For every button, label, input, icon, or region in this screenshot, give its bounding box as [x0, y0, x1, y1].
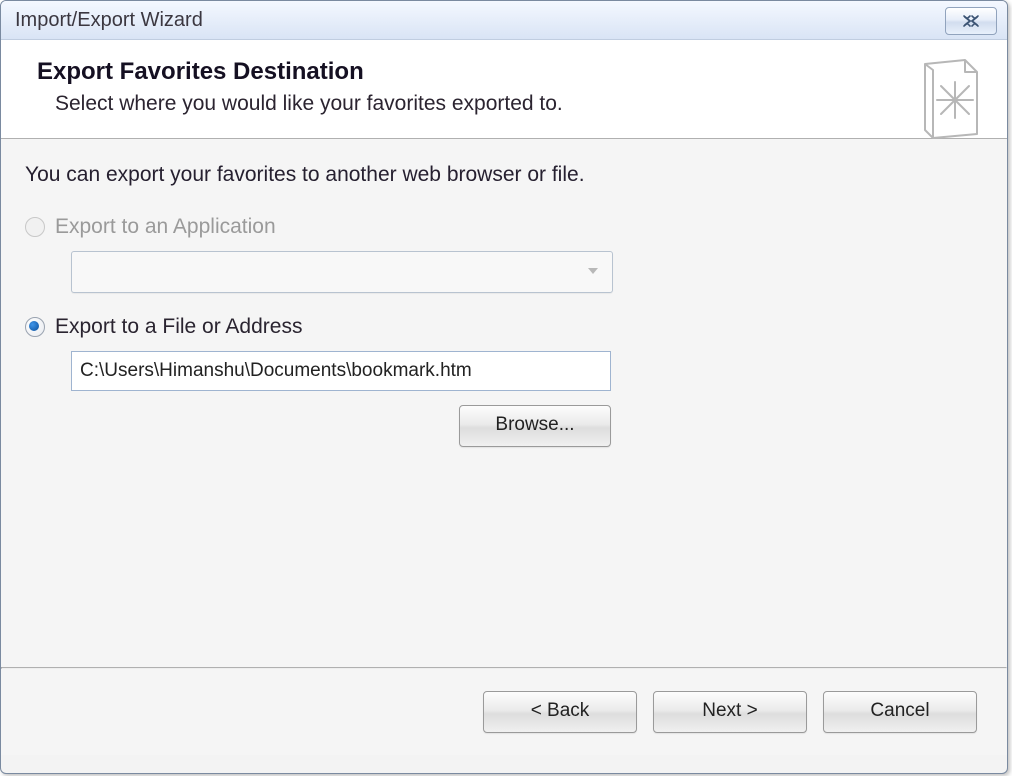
chevron-down-icon: [586, 263, 600, 281]
option-export-app: Export to an Application: [25, 215, 983, 293]
file-path-input[interactable]: [71, 351, 611, 391]
option-export-app-row: Export to an Application: [25, 215, 983, 239]
wizard-footer: < Back Next > Cancel: [1, 669, 1007, 755]
option-export-file: Export to a File or Address Browse...: [25, 315, 983, 447]
window-title: Import/Export Wizard: [11, 9, 203, 32]
title-bar: Import/Export Wizard: [1, 1, 1007, 40]
application-combo: [71, 251, 613, 293]
wizard-header: Export Favorites Destination Select wher…: [1, 40, 1007, 139]
radio-export-app: [25, 217, 45, 237]
browse-row: Browse...: [71, 405, 611, 447]
intro-text: You can export your favorites to another…: [25, 163, 983, 187]
browse-button[interactable]: Browse...: [459, 405, 611, 447]
close-icon: [960, 14, 982, 28]
option-export-file-label: Export to a File or Address: [55, 315, 302, 339]
option-export-file-row[interactable]: Export to a File or Address: [25, 315, 983, 339]
cancel-button[interactable]: Cancel: [823, 691, 977, 733]
back-button[interactable]: < Back: [483, 691, 637, 733]
wizard-window: Import/Export Wizard Export Favorites De…: [0, 0, 1008, 774]
page-title: Export Favorites Destination: [37, 58, 979, 86]
favorites-book-icon: [911, 54, 983, 142]
wizard-body: You can export your favorites to another…: [1, 139, 1007, 667]
close-button[interactable]: [945, 7, 997, 35]
option-export-app-label: Export to an Application: [55, 215, 276, 239]
page-subtitle: Select where you would like your favorit…: [55, 92, 979, 116]
next-button[interactable]: Next >: [653, 691, 807, 733]
radio-export-file[interactable]: [25, 317, 45, 337]
